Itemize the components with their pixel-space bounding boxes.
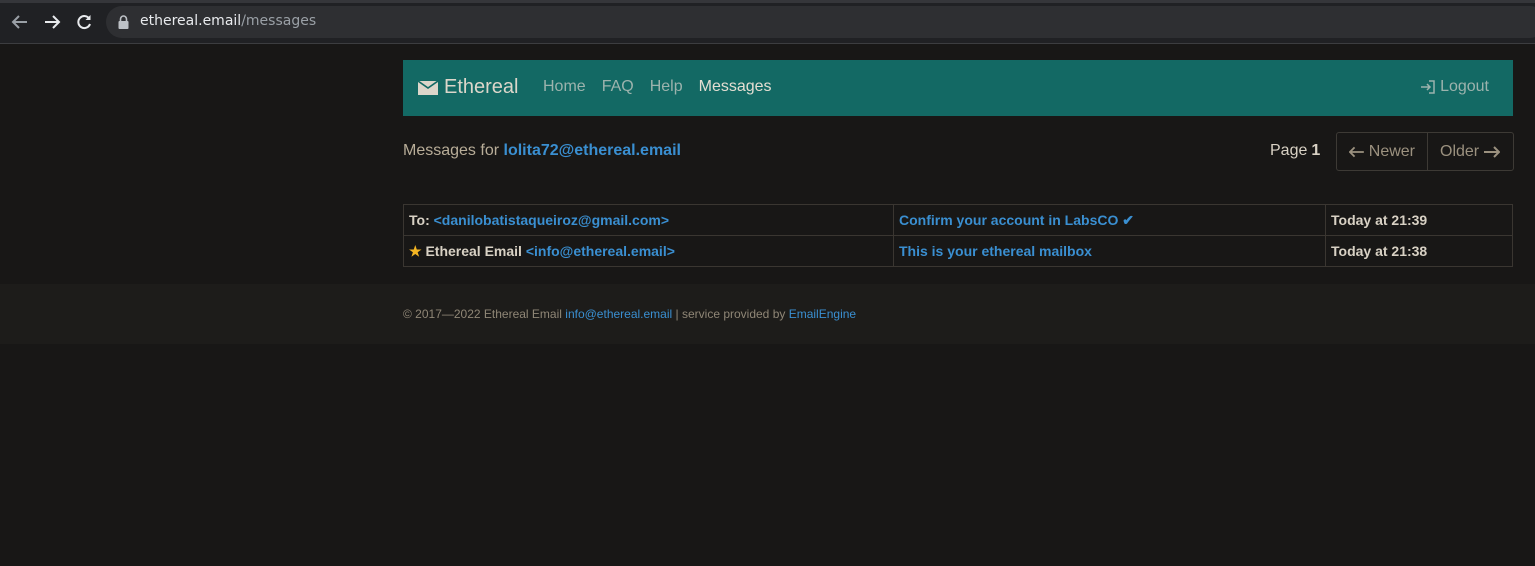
- back-button[interactable]: [8, 10, 32, 34]
- brand-name: Ethereal: [444, 76, 519, 98]
- pagination-buttons: Newer Older: [1336, 132, 1514, 171]
- page-number: 1: [1311, 142, 1321, 159]
- tab-strip-edge: [0, 0, 1535, 3]
- mailbox-email[interactable]: lolita72@ethereal.email: [504, 142, 681, 159]
- arrow-right-icon: [1484, 145, 1501, 158]
- older-button[interactable]: Older: [1428, 133, 1513, 170]
- logout-icon: [1421, 80, 1435, 94]
- back-arrow-icon: [11, 15, 27, 29]
- message-from: To: <danilobatistaqueiroz@gmail.com>: [403, 204, 894, 236]
- logout-label: Logout: [1440, 78, 1489, 95]
- footer-email-link[interactable]: info@ethereal.email: [565, 307, 672, 321]
- url-host: ethereal.email: [140, 13, 242, 29]
- sender-email[interactable]: <info@ethereal.email>: [526, 243, 675, 259]
- main-menu: Home FAQ Help Messages: [543, 78, 788, 96]
- forward-arrow-icon: [45, 15, 61, 29]
- site-navbar: Ethereal Home FAQ Help Messages Logout: [403, 60, 1513, 116]
- reload-icon: [77, 15, 91, 30]
- forward-button[interactable]: [40, 10, 64, 34]
- nav-home[interactable]: Home: [543, 78, 586, 96]
- reload-button[interactable]: [72, 10, 96, 34]
- footer-text: © 2017—2022 Ethereal Email info@ethereal…: [403, 307, 856, 321]
- sender-name: Ethereal Email: [425, 242, 522, 259]
- url-text: ethereal.email/messages: [140, 13, 316, 29]
- address-bar[interactable]: ethereal.email/messages: [106, 6, 1535, 38]
- title-prefix: Messages for: [403, 142, 500, 159]
- nav-help[interactable]: Help: [650, 78, 683, 96]
- message-date: Today at 21:38: [1325, 235, 1513, 267]
- message-subject-cell: Confirm your account in LabsCO ✔: [893, 204, 1326, 236]
- envelope-icon: [418, 80, 438, 95]
- message-date: Today at 21:39: [1325, 204, 1513, 236]
- footer-separator: | service provided by: [675, 307, 786, 321]
- site-footer: © 2017—2022 Ethereal Email info@ethereal…: [0, 284, 1535, 344]
- recipient-email[interactable]: <danilobatistaqueiroz@gmail.com>: [434, 212, 669, 228]
- messages-table: To: <danilobatistaqueiroz@gmail.com> Con…: [403, 204, 1513, 267]
- newer-button[interactable]: Newer: [1337, 133, 1428, 170]
- browser-toolbar: ethereal.email/messages: [0, 0, 1535, 44]
- lock-icon: [118, 15, 129, 29]
- table-row[interactable]: To: <danilobatistaqueiroz@gmail.com> Con…: [403, 204, 1513, 236]
- star-icon: ★: [409, 242, 422, 259]
- nav-messages[interactable]: Messages: [699, 78, 772, 96]
- brand-link[interactable]: Ethereal: [418, 76, 519, 99]
- message-from: ★ Ethereal Email <info@ethereal.email>: [403, 235, 894, 267]
- older-label: Older: [1440, 142, 1480, 160]
- page-indicator: Page 1: [1270, 142, 1320, 160]
- page-title: Messages for lolita72@ethereal.email: [403, 142, 681, 160]
- footer-copyright: © 2017—2022 Ethereal Email: [403, 307, 562, 321]
- table-row[interactable]: ★ Ethereal Email <info@ethereal.email> T…: [403, 235, 1513, 267]
- message-subject-cell: This is your ethereal mailbox: [893, 235, 1326, 267]
- newer-label: Newer: [1368, 142, 1415, 160]
- arrow-left-icon: [1349, 146, 1364, 157]
- url-path: /messages: [241, 13, 317, 29]
- message-subject[interactable]: Confirm your account in LabsCO ✔: [899, 212, 1134, 228]
- footer-provider-link[interactable]: EmailEngine: [789, 307, 856, 321]
- page-label: Page: [1270, 142, 1308, 159]
- nav-faq[interactable]: FAQ: [602, 78, 634, 96]
- message-subject[interactable]: This is your ethereal mailbox: [899, 243, 1092, 259]
- logout-link[interactable]: Logout: [1420, 78, 1489, 96]
- page-content: Ethereal Home FAQ Help Messages Logout M…: [0, 45, 1535, 566]
- to-prefix: To:: [409, 212, 430, 228]
